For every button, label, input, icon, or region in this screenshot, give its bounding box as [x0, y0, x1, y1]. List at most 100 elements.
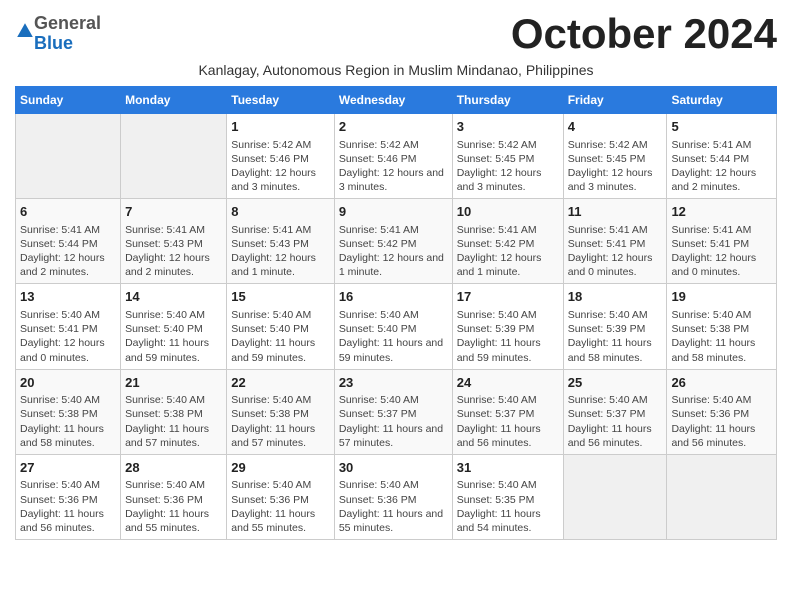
- day-info: Sunrise: 5:40 AM Sunset: 5:35 PM Dayligh…: [457, 479, 544, 534]
- calendar-cell: 27 Sunrise: 5:40 AM Sunset: 5:36 PM Dayli…: [16, 454, 121, 539]
- calendar-cell: 29 Sunrise: 5:40 AM Sunset: 5:36 PM Dayli…: [227, 454, 335, 539]
- calendar-cell: [667, 454, 777, 539]
- day-number: 8: [231, 203, 330, 221]
- day-number: 20: [20, 374, 116, 392]
- calendar-cell: 11 Sunrise: 5:41 AM Sunset: 5:41 PM Dayli…: [563, 199, 667, 284]
- day-number: 28: [125, 459, 222, 477]
- day-info: Sunrise: 5:42 AM Sunset: 5:45 PM Dayligh…: [568, 139, 656, 194]
- day-number: 19: [671, 288, 772, 306]
- day-number: 11: [568, 203, 663, 221]
- header-sunday: Sunday: [16, 87, 121, 114]
- calendar-cell: 5Sunrise: 5:41 AM Sunset: 5:44 PM Daylig…: [667, 114, 777, 199]
- day-info: Sunrise: 5:40 AM Sunset: 5:36 PM Dayligh…: [20, 479, 107, 534]
- day-number: 6: [20, 203, 116, 221]
- day-number: 27: [20, 459, 116, 477]
- day-number: 15: [231, 288, 330, 306]
- calendar-cell: 2 Sunrise: 5:42 AM Sunset: 5:46 PM Daylig…: [334, 114, 452, 199]
- day-info: Sunrise: 5:41 AM Sunset: 5:41 PM Dayligh…: [568, 224, 656, 279]
- day-number: 17: [457, 288, 559, 306]
- day-number: 7: [125, 203, 222, 221]
- day-number: 31: [457, 459, 559, 477]
- day-info: Sunrise: 5:42 AM Sunset: 5:46 PM Dayligh…: [339, 139, 447, 194]
- day-info: Sunrise: 5:40 AM Sunset: 5:36 PM Dayligh…: [339, 479, 446, 534]
- day-info: Sunrise: 5:40 AM Sunset: 5:40 PM Dayligh…: [125, 309, 212, 364]
- page-title: October 2024: [511, 10, 777, 58]
- calendar-cell: 6 Sunrise: 5:41 AM Sunset: 5:44 PM Daylig…: [16, 199, 121, 284]
- day-number: 26: [671, 374, 772, 392]
- day-number: 12: [671, 203, 772, 221]
- calendar-cell: 23 Sunrise: 5:40 AM Sunset: 5:37 PM Dayli…: [334, 369, 452, 454]
- calendar-cell: 31 Sunrise: 5:40 AM Sunset: 5:35 PM Dayli…: [452, 454, 563, 539]
- calendar-week-row: 27 Sunrise: 5:40 AM Sunset: 5:36 PM Dayli…: [16, 454, 777, 539]
- day-number: 25: [568, 374, 663, 392]
- day-info: Sunrise: 5:40 AM Sunset: 5:41 PM Dayligh…: [20, 309, 108, 364]
- header-thursday: Thursday: [452, 87, 563, 114]
- calendar-cell: 28 Sunrise: 5:40 AM Sunset: 5:36 PM Dayli…: [121, 454, 227, 539]
- header-monday: Monday: [121, 87, 227, 114]
- header-wednesday: Wednesday: [334, 87, 452, 114]
- logo-blue-text: Blue: [34, 33, 73, 53]
- day-number: 18: [568, 288, 663, 306]
- calendar-week-row: 13 Sunrise: 5:40 AM Sunset: 5:41 PM Dayli…: [16, 284, 777, 369]
- day-info: Sunrise: 5:40 AM Sunset: 5:38 PM Dayligh…: [231, 394, 318, 449]
- calendar-cell: [16, 114, 121, 199]
- day-info: Sunrise: 5:41 AM Sunset: 5:43 PM Dayligh…: [125, 224, 213, 279]
- calendar-cell: 4Sunrise: 5:42 AM Sunset: 5:45 PM Daylig…: [563, 114, 667, 199]
- calendar-week-row: 20 Sunrise: 5:40 AM Sunset: 5:38 PM Dayli…: [16, 369, 777, 454]
- calendar-cell: 9Sunrise: 5:41 AM Sunset: 5:42 PM Daylig…: [334, 199, 452, 284]
- calendar-cell: 17Sunrise: 5:40 AM Sunset: 5:39 PM Dayli…: [452, 284, 563, 369]
- day-info: Sunrise: 5:40 AM Sunset: 5:40 PM Dayligh…: [231, 309, 318, 364]
- day-number: 22: [231, 374, 330, 392]
- day-info: Sunrise: 5:42 AM Sunset: 5:45 PM Dayligh…: [457, 139, 545, 194]
- day-info: Sunrise: 5:42 AM Sunset: 5:46 PM Dayligh…: [231, 139, 319, 194]
- calendar-header-row: SundayMondayTuesdayWednesdayThursdayFrid…: [16, 87, 777, 114]
- day-number: 16: [339, 288, 448, 306]
- calendar-cell: 1 Sunrise: 5:42 AM Sunset: 5:46 PM Daylig…: [227, 114, 335, 199]
- day-number: 2: [339, 118, 448, 136]
- day-number: 23: [339, 374, 448, 392]
- calendar-cell: 22 Sunrise: 5:40 AM Sunset: 5:38 PM Dayli…: [227, 369, 335, 454]
- calendar-cell: [563, 454, 667, 539]
- header-saturday: Saturday: [667, 87, 777, 114]
- calendar-cell: 25Sunrise: 5:40 AM Sunset: 5:37 PM Dayli…: [563, 369, 667, 454]
- day-info: Sunrise: 5:41 AM Sunset: 5:44 PM Dayligh…: [671, 139, 759, 194]
- calendar-cell: 26Sunrise: 5:40 AM Sunset: 5:36 PM Dayli…: [667, 369, 777, 454]
- day-number: 3: [457, 118, 559, 136]
- calendar-cell: 3 Sunrise: 5:42 AM Sunset: 5:45 PM Daylig…: [452, 114, 563, 199]
- day-info: Sunrise: 5:41 AM Sunset: 5:44 PM Dayligh…: [20, 224, 108, 279]
- calendar-cell: 12Sunrise: 5:41 AM Sunset: 5:41 PM Dayli…: [667, 199, 777, 284]
- day-info: Sunrise: 5:41 AM Sunset: 5:42 PM Dayligh…: [457, 224, 545, 279]
- day-info: Sunrise: 5:40 AM Sunset: 5:39 PM Dayligh…: [568, 309, 655, 364]
- calendar-week-row: 1 Sunrise: 5:42 AM Sunset: 5:46 PM Daylig…: [16, 114, 777, 199]
- logo-general-text: General: [34, 13, 101, 33]
- header-friday: Friday: [563, 87, 667, 114]
- day-info: Sunrise: 5:40 AM Sunset: 5:36 PM Dayligh…: [125, 479, 212, 534]
- header-tuesday: Tuesday: [227, 87, 335, 114]
- day-number: 14: [125, 288, 222, 306]
- calendar-cell: 10 Sunrise: 5:41 AM Sunset: 5:42 PM Dayli…: [452, 199, 563, 284]
- day-number: 13: [20, 288, 116, 306]
- day-info: Sunrise: 5:40 AM Sunset: 5:37 PM Dayligh…: [339, 394, 446, 449]
- day-info: Sunrise: 5:40 AM Sunset: 5:36 PM Dayligh…: [231, 479, 318, 534]
- calendar-cell: 18 Sunrise: 5:40 AM Sunset: 5:39 PM Dayli…: [563, 284, 667, 369]
- day-info: Sunrise: 5:41 AM Sunset: 5:43 PM Dayligh…: [231, 224, 319, 279]
- day-number: 1: [231, 118, 330, 136]
- calendar-cell: 24Sunrise: 5:40 AM Sunset: 5:37 PM Dayli…: [452, 369, 563, 454]
- calendar-cell: 30 Sunrise: 5:40 AM Sunset: 5:36 PM Dayli…: [334, 454, 452, 539]
- day-number: 9: [339, 203, 448, 221]
- calendar-cell: 8 Sunrise: 5:41 AM Sunset: 5:43 PM Daylig…: [227, 199, 335, 284]
- calendar-cell: 7 Sunrise: 5:41 AM Sunset: 5:43 PM Daylig…: [121, 199, 227, 284]
- day-number: 30: [339, 459, 448, 477]
- calendar-cell: 20Sunrise: 5:40 AM Sunset: 5:38 PM Dayli…: [16, 369, 121, 454]
- day-info: Sunrise: 5:40 AM Sunset: 5:40 PM Dayligh…: [339, 309, 446, 364]
- logo: General Blue: [15, 14, 101, 54]
- calendar-cell: [121, 114, 227, 199]
- day-number: 29: [231, 459, 330, 477]
- calendar-cell: 14 Sunrise: 5:40 AM Sunset: 5:40 PM Dayli…: [121, 284, 227, 369]
- day-number: 21: [125, 374, 222, 392]
- calendar-cell: 15 Sunrise: 5:40 AM Sunset: 5:40 PM Dayli…: [227, 284, 335, 369]
- calendar-cell: 16 Sunrise: 5:40 AM Sunset: 5:40 PM Dayli…: [334, 284, 452, 369]
- day-info: Sunrise: 5:40 AM Sunset: 5:38 PM Dayligh…: [125, 394, 212, 449]
- calendar-cell: 19Sunrise: 5:40 AM Sunset: 5:38 PM Dayli…: [667, 284, 777, 369]
- day-number: 10: [457, 203, 559, 221]
